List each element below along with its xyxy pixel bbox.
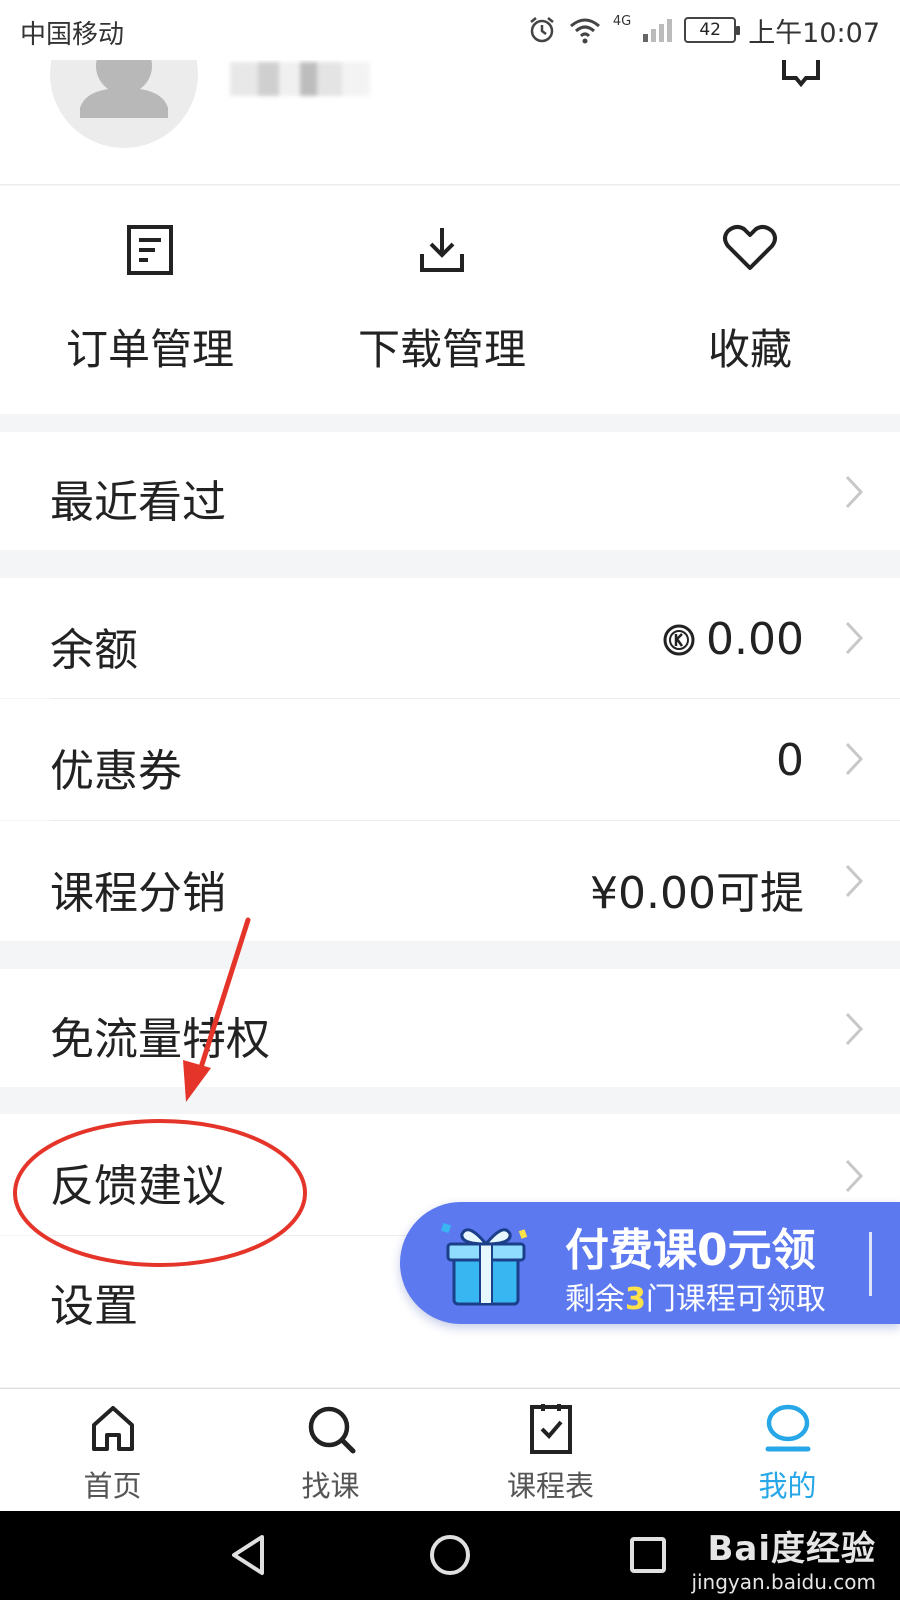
status-icons: 4G 42 上午10:07 [527, 12, 880, 49]
distribution-value: ¥0.00可提 [590, 868, 804, 919]
order-management-label: 订单管理 [65, 325, 234, 374]
message-icon[interactable] [778, 60, 824, 90]
system-nav-bar: Bai度经验 jingyan.baidu.com [0, 1511, 900, 1600]
promo-sub-count: 3 [625, 1282, 646, 1317]
balance-value: 0.00 [706, 614, 804, 665]
promo-banner[interactable]: 付费课0元领 剩余3门课程可领取 [400, 1202, 900, 1324]
chevron-right-icon [845, 1012, 864, 1046]
feedback-label: 反馈建议 [50, 1161, 226, 1212]
promo-divider [869, 1232, 872, 1296]
tab-home-label: 首页 [83, 1469, 142, 1503]
order-doc-icon [127, 225, 173, 275]
download-management[interactable]: 下载管理 [292, 186, 592, 414]
distribution-label: 课程分销 [50, 868, 226, 919]
default-user-icon [80, 60, 168, 118]
watermark-brand: Bai度经验 [707, 1529, 876, 1569]
coupon-value: 0 [776, 735, 804, 786]
home-circle-icon[interactable] [428, 1533, 472, 1577]
wifi-icon [569, 18, 600, 44]
profile-header[interactable] [0, 60, 900, 185]
promo-sub-prefix: 剩余 [565, 1282, 625, 1317]
schedule-check-icon [529, 1404, 572, 1454]
network-type: 4G [612, 14, 632, 29]
tab-mine[interactable]: 我的 [675, 1389, 900, 1512]
menu-item-distribution[interactable]: 课程分销 ¥0.00可提 [0, 821, 900, 941]
clock: 上午10:07 [748, 17, 880, 49]
tab-find-course-label: 找课 [301, 1469, 360, 1503]
heart-icon [723, 224, 777, 270]
favorites-label: 收藏 [707, 325, 792, 374]
home-icon [91, 1406, 134, 1451]
chevron-right-icon [845, 475, 864, 509]
menu-item-coupon[interactable]: 优惠券 0 [0, 699, 900, 820]
tab-find-course[interactable]: 找课 [218, 1389, 443, 1512]
k-coin-icon [663, 624, 695, 655]
tab-schedule[interactable]: 课程表 [438, 1389, 663, 1512]
search-icon [308, 1406, 355, 1454]
balance-value-group: 0.00 [662, 614, 804, 665]
chevron-right-icon [845, 864, 864, 898]
chevron-right-icon [845, 742, 864, 776]
free-data-label: 免流量特权 [50, 1014, 270, 1065]
promo-subtitle: 剩余3门课程可领取 [565, 1274, 826, 1318]
profile-icon [765, 1404, 810, 1452]
watermark: Bai度经验 jingyan.baidu.com [691, 1521, 876, 1594]
signal-icon [643, 18, 673, 42]
status-bar: 中国移动 4G 42 上午10:07 [0, 0, 900, 60]
coupon-label: 优惠券 [50, 746, 182, 797]
back-icon[interactable] [228, 1533, 268, 1577]
alarm-icon [530, 17, 554, 43]
recent-label: 最近看过 [50, 477, 226, 528]
battery-icon: 42 [684, 17, 741, 43]
avatar[interactable] [50, 60, 198, 148]
menu-item-balance[interactable]: 余额 0.00 [0, 578, 900, 698]
balance-label: 余额 [50, 625, 138, 676]
recents-icon[interactable] [628, 1533, 668, 1577]
order-management[interactable]: 订单管理 [0, 186, 300, 414]
menu-item-free-data[interactable]: 免流量特权 [0, 969, 900, 1087]
tab-mine-label: 我的 [758, 1469, 817, 1503]
username-blurred [230, 62, 370, 96]
watermark-url: jingyan.baidu.com [691, 1570, 876, 1594]
settings-label: 设置 [50, 1281, 138, 1332]
tab-schedule-label: 课程表 [506, 1469, 594, 1503]
download-icon [420, 228, 464, 272]
bottom-tab-bar: 首页 找课 课程表 我的 [0, 1388, 900, 1511]
download-management-label: 下载管理 [357, 325, 526, 374]
tab-home[interactable]: 首页 [0, 1389, 225, 1512]
quick-actions: 订单管理 下载管理 收藏 [0, 186, 900, 414]
chevron-right-icon [845, 621, 864, 655]
menu-item-recent[interactable]: 最近看过 [0, 432, 900, 550]
promo-sub-suffix: 门课程可领取 [645, 1282, 826, 1317]
gift-icon [440, 1222, 528, 1306]
chevron-right-icon [845, 1159, 864, 1193]
promo-title: 付费课0元领 [565, 1225, 816, 1276]
carrier-name: 中国移动 [20, 20, 125, 50]
favorites[interactable]: 收藏 [600, 186, 900, 414]
